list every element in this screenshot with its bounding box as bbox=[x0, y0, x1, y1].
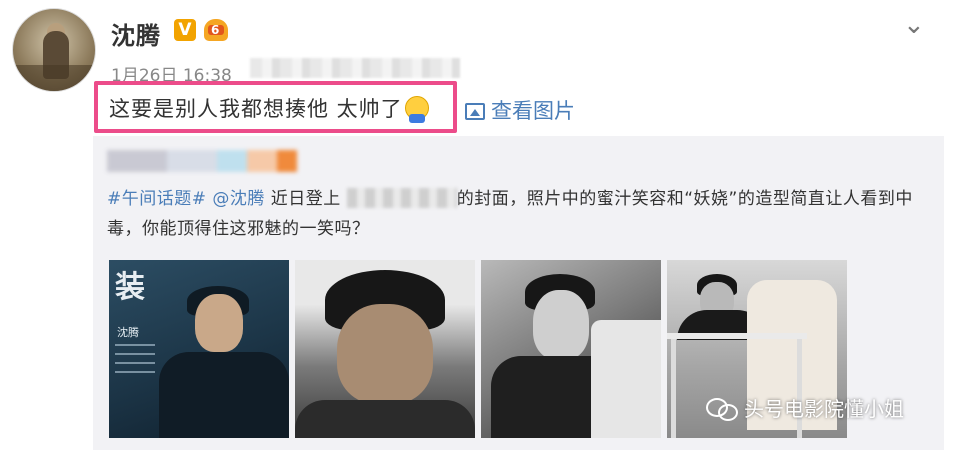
figure-trench-coat bbox=[591, 320, 661, 438]
table-leg bbox=[671, 339, 676, 438]
table-top bbox=[667, 333, 807, 339]
level-number: 6 bbox=[211, 23, 220, 37]
magazine-text-lines bbox=[115, 344, 155, 380]
hug-emoji-icon bbox=[404, 96, 429, 123]
mention-link[interactable]: @沈腾 bbox=[212, 189, 265, 209]
watermark: 头号电影院懂小姐 bbox=[706, 393, 904, 422]
topic-hashtag-link[interactable]: #午间话题# bbox=[107, 189, 207, 209]
blurred-source-info bbox=[250, 58, 460, 78]
figure-face bbox=[533, 290, 589, 360]
repost-text-part1: 近日登上 bbox=[264, 189, 341, 209]
chevron-down-icon[interactable]: ⌄ bbox=[903, 10, 925, 40]
repost-text: #午间话题# @沈腾 近日登上 的封面，照片中的蜜汁笑容和“妖娆”的造型简直让人… bbox=[107, 184, 937, 244]
view-pictures-label: 查看图片 bbox=[491, 99, 575, 123]
username[interactable]: 沈腾 bbox=[111, 16, 161, 51]
post-text-content: 这要是别人我都想揍他 太帅了 bbox=[109, 97, 403, 121]
figure-face bbox=[195, 294, 243, 352]
photo-thumbnail-1[interactable]: 装 沈腾 bbox=[109, 260, 289, 438]
wechat-icon bbox=[706, 396, 738, 421]
view-pictures-link[interactable]: 查看图片 bbox=[465, 95, 575, 125]
user-avatar[interactable] bbox=[12, 8, 96, 92]
figure-coat bbox=[159, 352, 289, 438]
figure-coat bbox=[295, 400, 475, 438]
photo-thumbnail-2[interactable] bbox=[295, 260, 475, 438]
post-text: 这要是别人我都想揍他 太帅了 bbox=[109, 93, 429, 123]
avatar-shade bbox=[13, 65, 95, 91]
weibo-post-card: 沈腾 V 6 1月26日 16:38 ⌄ 这要是别人我都想揍他 太帅了 查看图片… bbox=[0, 0, 960, 450]
figure-face bbox=[337, 304, 433, 404]
blurred-magazine-name bbox=[346, 188, 457, 208]
level-crown-icon: 6 bbox=[204, 19, 228, 41]
watermark-text: 头号电影院懂小姐 bbox=[744, 397, 904, 421]
magazine-title: 装 bbox=[115, 270, 145, 305]
magazine-cover-name: 沈腾 bbox=[117, 326, 139, 339]
picture-icon bbox=[465, 103, 485, 120]
photo-thumbnail-3[interactable] bbox=[481, 260, 661, 438]
table-leg bbox=[797, 339, 802, 438]
blurred-repost-author bbox=[107, 150, 297, 172]
verified-badge-icon: V bbox=[174, 19, 196, 41]
